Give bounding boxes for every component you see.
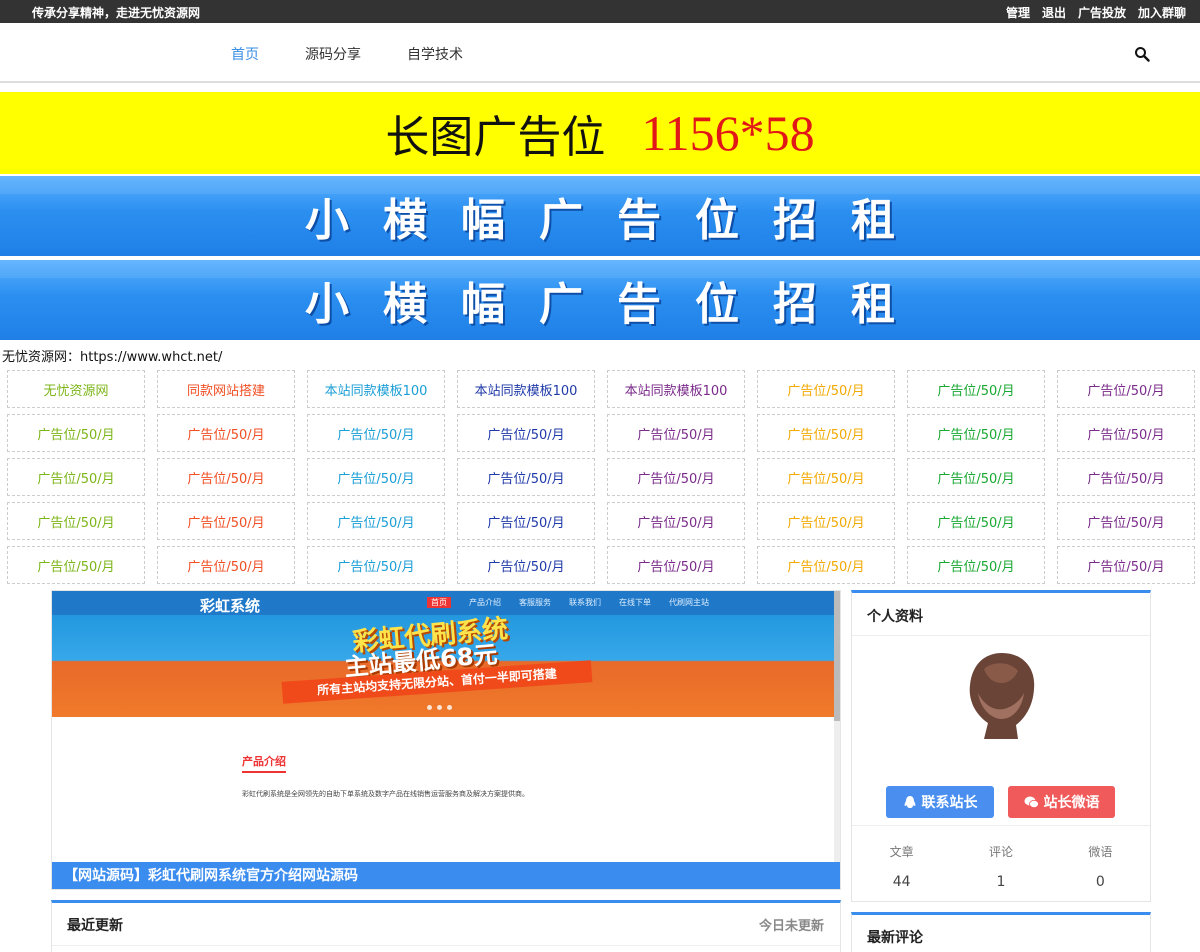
admin-link[interactable]: 管理 (1006, 4, 1030, 21)
post-hero-image: 彩虹系统 首页 产品介绍 客服服务 联系我们 在线下单 代刷网主站 彩虹代刷系统… (52, 591, 840, 717)
latest-comments-title: 最新评论 (867, 927, 923, 947)
recent-updates-title: 最近更新 (67, 915, 123, 935)
recent-updates-status: 今日未更新 (759, 915, 824, 934)
ad-link-cell[interactable]: 广告位/50/月 (157, 414, 295, 452)
long-ad-label: 长图广告位 (385, 101, 605, 165)
stat-articles: 文章 44 (852, 843, 951, 890)
ad-link-grid: 无忧资源网同款网站搭建本站同款模板100本站同款模板100本站同款模板100广告… (7, 370, 1195, 584)
profile-stats: 文章 44 评论 1 微语 0 (852, 843, 1150, 890)
ad-link-cell[interactable]: 广告位/50/月 (457, 414, 595, 452)
join-group-link[interactable]: 加入群聊 (1138, 4, 1186, 21)
top-links: 管理 退出 广告投放 加入群聊 (1006, 4, 1186, 21)
ad-link-cell[interactable]: 广告位/50/月 (307, 414, 445, 452)
stat-notes: 微语 0 (1051, 843, 1150, 890)
ad-link-cell[interactable]: 广告位/50/月 (757, 370, 895, 408)
ad-link-cell[interactable]: 广告位/50/月 (457, 502, 595, 540)
post-preview-body: 产品介绍 彩虹代刷系统是全网领先的自助下单系统及数字产品在线销售运营服务商及解决… (52, 717, 840, 862)
ad-link-cell[interactable]: 广告位/50/月 (607, 546, 745, 584)
ad-link-cell[interactable]: 广告位/50/月 (757, 502, 895, 540)
search-icon[interactable] (1134, 46, 1150, 62)
ad-link-cell[interactable]: 广告位/50/月 (757, 414, 895, 452)
ad-link-cell[interactable]: 广告位/50/月 (907, 370, 1045, 408)
contact-admin-label: 联系站长 (922, 792, 978, 812)
stat-comments: 评论 1 (951, 843, 1050, 890)
ad-link-cell[interactable]: 广告位/50/月 (7, 414, 145, 452)
ad-link-cell[interactable]: 本站同款模板100 (457, 370, 595, 408)
hero-nav: 首页 产品介绍 客服服务 联系我们 在线下单 代刷网主站 (427, 597, 709, 608)
ad-link-cell[interactable]: 广告位/50/月 (307, 502, 445, 540)
ad-link-cell[interactable]: 广告位/50/月 (7, 502, 145, 540)
ad-link-cell[interactable]: 广告位/50/月 (757, 546, 895, 584)
profile-title: 个人资料 (867, 606, 923, 626)
ad-link-cell[interactable]: 广告位/50/月 (607, 458, 745, 496)
main-nav: 首页 源码分享 自学技术 (0, 23, 1200, 83)
ad-link-cell[interactable]: 本站同款模板100 (307, 370, 445, 408)
site-url-text: 无忧资源网：https://www.whct.net/ (2, 346, 222, 365)
ad-link-cell[interactable]: 广告位/50/月 (7, 546, 145, 584)
ad-link-cell[interactable]: 广告位/50/月 (457, 458, 595, 496)
nav-item-home[interactable]: 首页 (231, 44, 259, 64)
avatar (964, 649, 1040, 741)
small-ad-banner-1[interactable]: 小横幅广告位招租 (0, 176, 1200, 256)
ad-link-cell[interactable]: 广告位/50/月 (157, 546, 295, 584)
ad-link-cell[interactable]: 广告位/50/月 (307, 458, 445, 496)
ad-link-cell[interactable]: 广告位/50/月 (1057, 458, 1195, 496)
ad-link-cell[interactable]: 广告位/50/月 (457, 546, 595, 584)
ad-link-cell[interactable]: 广告位/50/月 (907, 414, 1045, 452)
ad-link-cell[interactable]: 同款网站搭建 (157, 370, 295, 408)
logout-link[interactable]: 退出 (1042, 4, 1066, 21)
ad-link-cell[interactable]: 广告位/50/月 (7, 458, 145, 496)
latest-comments-panel: 最新评论 (851, 912, 1151, 952)
nav-menu: 首页 源码分享 自学技术 (231, 44, 463, 64)
qq-icon (903, 795, 917, 809)
top-bar: 传承分享精神，走进无忧资源网 管理 退出 广告投放 加入群聊 (0, 0, 1200, 23)
preview-scrollbar[interactable] (834, 591, 840, 862)
contact-admin-button[interactable]: 联系站长 (886, 786, 994, 818)
preview-paragraph: 彩虹代刷系统是全网领先的自助下单系统及数字产品在线销售运营服务商及解决方案提供商… (242, 789, 637, 800)
long-ad-size: 1156*58 (641, 104, 814, 162)
preview-section-title: 产品介绍 (242, 753, 286, 773)
admin-notes-button[interactable]: 站长微语 (1008, 786, 1115, 818)
admin-notes-label: 站长微语 (1044, 792, 1100, 812)
small-ad-banner-2[interactable]: 小横幅广告位招租 (0, 260, 1200, 340)
ad-link-cell[interactable]: 广告位/50/月 (307, 546, 445, 584)
nav-item-self-study[interactable]: 自学技术 (407, 44, 463, 64)
featured-post[interactable]: 彩虹系统 首页 产品介绍 客服服务 联系我们 在线下单 代刷网主站 彩虹代刷系统… (51, 590, 841, 890)
ad-link-cell[interactable]: 广告位/50/月 (607, 502, 745, 540)
ad-link-cell[interactable]: 广告位/50/月 (157, 502, 295, 540)
nav-item-source-share[interactable]: 源码分享 (305, 44, 361, 64)
profile-panel: 个人资料 联系站长 站长微语 文章 44 评论 1 微语 0 (851, 590, 1151, 902)
ad-link-cell[interactable]: 广告位/50/月 (1057, 370, 1195, 408)
ad-link-cell[interactable]: 广告位/50/月 (907, 502, 1045, 540)
ad-link-cell[interactable]: 广告位/50/月 (1057, 414, 1195, 452)
ad-link-cell[interactable]: 广告位/50/月 (757, 458, 895, 496)
ad-placement-link[interactable]: 广告投放 (1078, 4, 1126, 21)
recent-updates-panel: 最近更新 今日未更新 (51, 900, 841, 952)
ad-link-cell[interactable]: 广告位/50/月 (157, 458, 295, 496)
ad-link-cell[interactable]: 广告位/50/月 (1057, 502, 1195, 540)
carousel-dots (427, 705, 452, 710)
long-ad-banner[interactable]: 长图广告位 1156*58 (0, 92, 1200, 174)
chat-bubble-icon (1024, 795, 1039, 809)
ad-link-cell[interactable]: 广告位/50/月 (1057, 546, 1195, 584)
ad-link-cell[interactable]: 本站同款模板100 (607, 370, 745, 408)
ad-link-cell[interactable]: 广告位/50/月 (907, 546, 1045, 584)
site-slogan: 传承分享精神，走进无忧资源网 (32, 4, 200, 21)
hero-brand: 彩虹系统 (200, 595, 260, 616)
post-title[interactable]: 【网站源码】彩虹代刷网系统官方介绍网站源码 (52, 862, 840, 890)
ad-link-cell[interactable]: 无忧资源网 (7, 370, 145, 408)
ad-link-cell[interactable]: 广告位/50/月 (607, 414, 745, 452)
ad-link-cell[interactable]: 广告位/50/月 (907, 458, 1045, 496)
